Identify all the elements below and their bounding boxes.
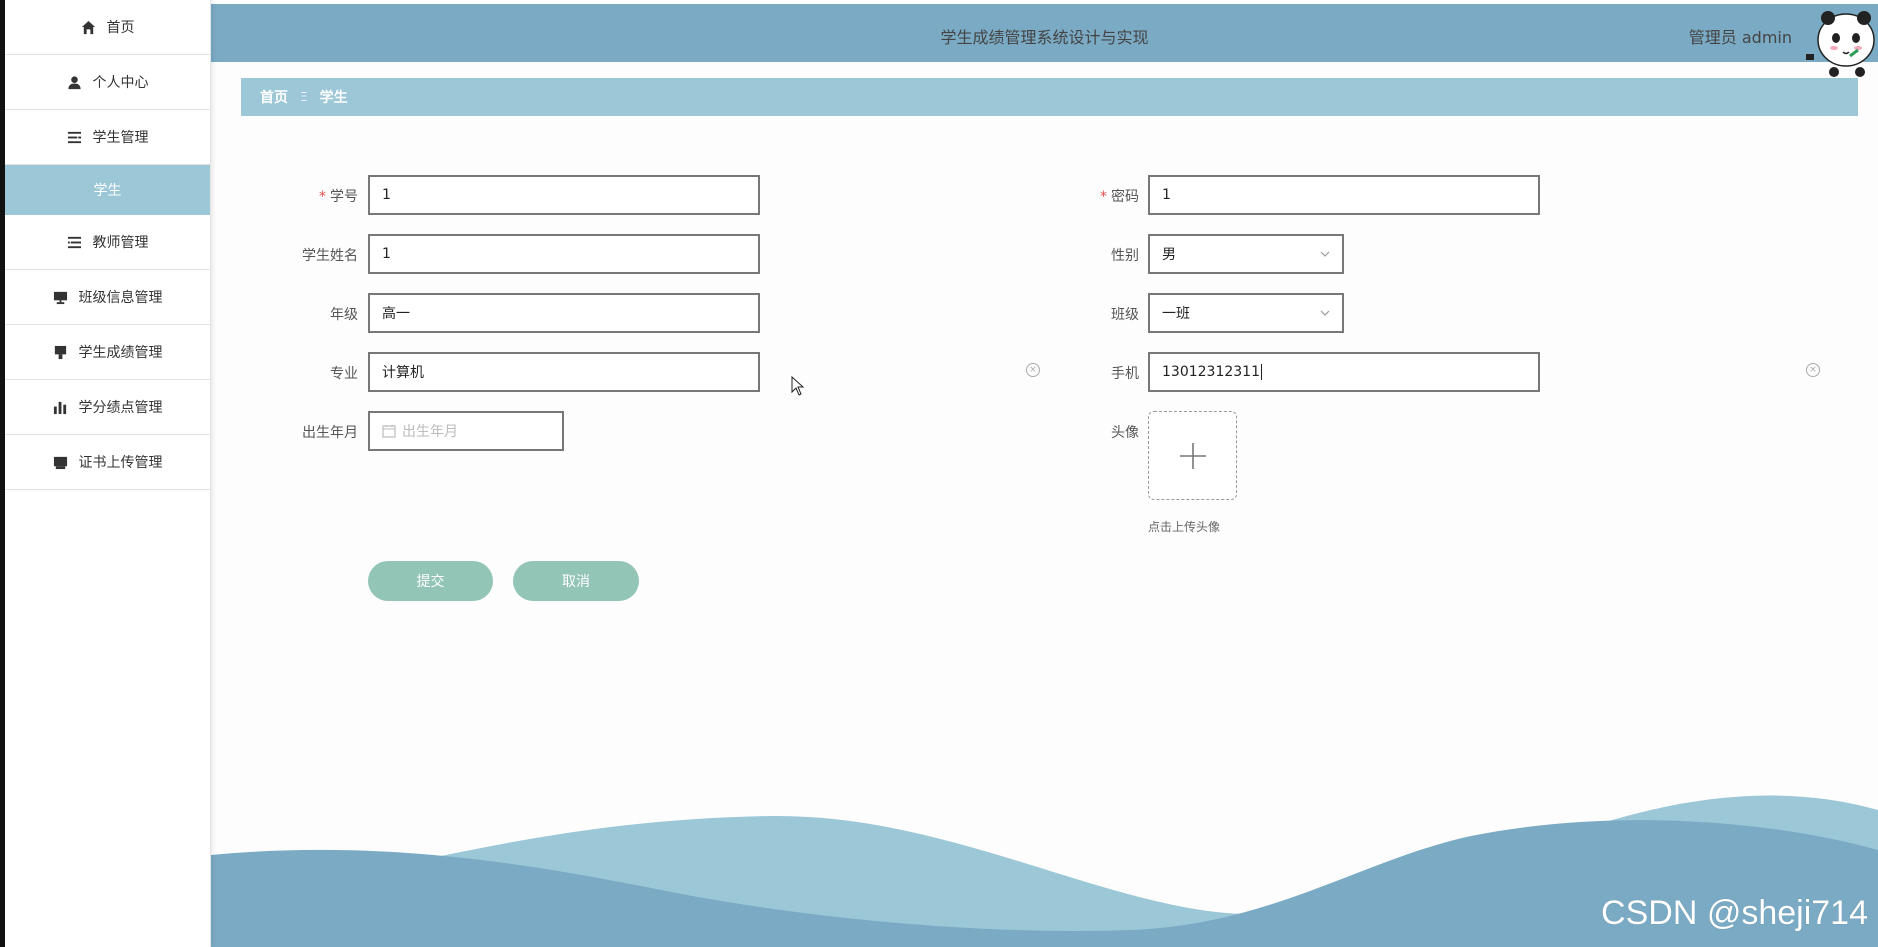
breadcrumb-current: 学生: [319, 90, 348, 106]
text-caret: [1260, 364, 1262, 380]
sidebar-item-label: 学生管理: [92, 130, 149, 146]
phone-label: 手机: [1111, 366, 1139, 382]
sidebar-subitem-student[interactable]: 学生: [5, 165, 210, 215]
sidebar-item-profile[interactable]: 个人中心: [5, 55, 210, 110]
plus-icon: [1179, 442, 1206, 469]
submit-button[interactable]: 提交: [368, 561, 493, 601]
avatar-upload[interactable]: [1148, 411, 1237, 500]
class-select[interactable]: 一班: [1148, 293, 1344, 333]
breadcrumb-home[interactable]: 首页: [260, 87, 288, 107]
password-label: * 密码: [1100, 189, 1139, 205]
sidebar-item-label: 学生成绩管理: [78, 345, 163, 361]
gender-label: 性别: [1111, 248, 1139, 264]
sidebar-item-label: 教师管理: [92, 235, 149, 251]
sidebar-item-label: 首页: [106, 20, 135, 36]
phone-input[interactable]: 13012312311: [1148, 352, 1540, 392]
name-input[interactable]: 1: [368, 234, 760, 274]
user-icon: [67, 74, 83, 90]
sidebar-item-label: 个人中心: [92, 75, 149, 91]
password-input[interactable]: 1: [1148, 175, 1540, 215]
sidebar-item-score-management[interactable]: 学生成绩管理: [5, 325, 210, 380]
major-input[interactable]: 计算机: [368, 352, 760, 392]
birth-label: 出生年月: [302, 425, 358, 441]
sidebar-item-student-management[interactable]: 学生管理: [5, 110, 210, 165]
watermark: CSDN @sheji714: [1601, 894, 1868, 932]
sidebar-item-label: 班级信息管理: [78, 290, 163, 306]
major-label: 专业: [330, 366, 358, 382]
home-icon: [81, 19, 97, 35]
grade-input[interactable]: 高一: [368, 293, 760, 333]
mouse-cursor-icon: [791, 376, 805, 396]
chevron-down-icon: [1320, 251, 1330, 257]
bar-chart-icon: [53, 399, 69, 415]
student-no-label: * 学号: [319, 189, 358, 205]
monitor-icon: [53, 344, 69, 360]
sidebar-item-home[interactable]: 首页: [5, 0, 210, 55]
list-icon: [67, 129, 83, 145]
sidebar-item-teacher-management[interactable]: 教师管理: [5, 215, 210, 270]
top-header: 学生成绩管理系统设计与实现 管理员 admin: [211, 4, 1878, 62]
sidebar-item-label: 证书上传管理: [78, 455, 163, 471]
upload-tip: 点击上传头像: [1148, 520, 1221, 534]
chevron-down-icon: [1320, 310, 1330, 316]
class-label: 班级: [1111, 307, 1139, 323]
grade-label: 年级: [330, 307, 358, 323]
required-mark: *: [1100, 189, 1107, 205]
mascot-decoration: [1806, 11, 1875, 77]
app-title: 学生成绩管理系统设计与实现: [940, 28, 1149, 47]
sidebar: 首页 个人中心 学生管理 学生 教师管理 班级信息管理 学生成绩管理 学分绩点管…: [5, 0, 211, 947]
required-mark: *: [319, 189, 326, 205]
sidebar-item-certificate-upload[interactable]: 证书上传管理: [5, 435, 210, 490]
user-label[interactable]: 管理员 admin: [1689, 24, 1792, 48]
sidebar-item-gpa-management[interactable]: 学分绩点管理: [5, 380, 210, 435]
breadcrumb: 首页 Ξ 学生: [241, 78, 1858, 116]
list-icon: [67, 234, 83, 250]
monitor-icon: [53, 454, 69, 470]
calendar-icon: [382, 425, 396, 438]
student-no-input[interactable]: 1: [368, 175, 760, 215]
sidebar-item-class-info[interactable]: 班级信息管理: [5, 270, 210, 325]
sidebar-item-label: 学分绩点管理: [78, 400, 163, 416]
gender-select[interactable]: 男: [1148, 234, 1344, 274]
cancel-button[interactable]: 取消: [513, 561, 639, 601]
clear-icon[interactable]: ×: [1806, 363, 1820, 377]
sidebar-item-label: 学生: [93, 183, 122, 199]
avatar-label: 头像: [1111, 425, 1139, 441]
birth-date-picker[interactable]: 出生年月: [368, 411, 564, 451]
monitor-icon: [53, 289, 69, 305]
name-label: 学生姓名: [302, 248, 358, 264]
breadcrumb-separator: Ξ: [300, 90, 308, 104]
